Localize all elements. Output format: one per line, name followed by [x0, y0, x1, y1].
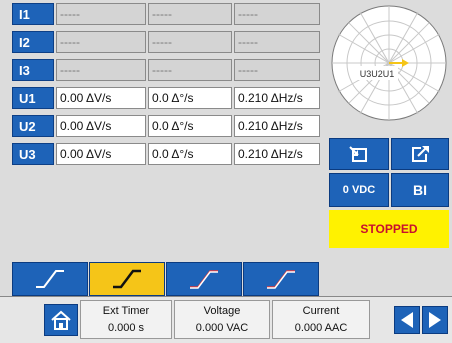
table-cell[interactable]: ----- — [56, 3, 146, 25]
ramp-up-icon — [36, 270, 64, 288]
home-icon — [51, 310, 71, 330]
ramp-tab-4[interactable] — [243, 262, 319, 296]
table-row: I2 ----- ----- ----- — [12, 31, 320, 53]
table-cell[interactable]: 0.210 ΔHz/s — [234, 143, 320, 165]
voltage-label: Voltage — [203, 305, 241, 318]
status-indicator: STOPPED — [329, 210, 449, 248]
channel-label[interactable]: I1 — [12, 3, 54, 25]
table-row: I1 ----- ----- ----- — [12, 3, 320, 25]
table-cell[interactable]: ----- — [234, 3, 320, 25]
channel-label[interactable]: I2 — [12, 31, 54, 53]
table-row: I3 ----- ----- ----- — [12, 59, 320, 81]
home-button[interactable] — [44, 304, 78, 336]
arrow-left-icon — [401, 312, 413, 328]
table-cell[interactable]: ----- — [234, 31, 320, 53]
import-button[interactable] — [329, 138, 389, 170]
current-label: Current — [302, 305, 340, 318]
voltage-value: 0.000 VAC — [195, 321, 249, 334]
arrow-right-icon — [429, 312, 441, 328]
ramp-up-pulse-icon — [267, 270, 295, 289]
table-cell[interactable]: ----- — [56, 31, 146, 53]
export-button[interactable] — [391, 138, 449, 170]
export-icon — [412, 146, 429, 162]
table-cell[interactable]: ----- — [148, 31, 232, 53]
table-cell[interactable]: ----- — [148, 3, 232, 25]
table-cell[interactable]: ----- — [148, 59, 232, 81]
table-cell[interactable]: 0.210 ΔHz/s — [234, 115, 320, 137]
channel-label[interactable]: U3 — [12, 143, 54, 165]
ext-timer-label: Ext Timer — [102, 305, 150, 318]
ramp-tab-1[interactable] — [12, 262, 88, 296]
table-cell[interactable]: 0.0 Δ°/s — [148, 87, 232, 109]
table-cell[interactable]: 0.00 ΔV/s — [56, 87, 146, 109]
table-cell[interactable]: ----- — [56, 59, 146, 81]
binary-input-button[interactable]: BI — [391, 173, 449, 207]
ext-timer-meter: Ext Timer 0.000 s — [80, 300, 172, 339]
vector-diagram[interactable]: U3U2U1 — [330, 4, 448, 122]
table-row: U2 0.00 ΔV/s 0.0 Δ°/s 0.210 ΔHz/s — [12, 115, 320, 137]
next-button[interactable] — [422, 306, 448, 334]
table-cell[interactable]: 0.210 ΔHz/s — [234, 87, 320, 109]
dc-voltage-button[interactable]: 0 VDC — [329, 173, 389, 207]
table-row: U1 0.00 ΔV/s 0.0 Δ°/s 0.210 ΔHz/s — [12, 87, 320, 109]
vector-label: U3U2U1 — [360, 69, 395, 79]
table-row: U3 0.00 ΔV/s 0.0 Δ°/s 0.210 ΔHz/s — [12, 143, 320, 165]
ramp-step-icon — [113, 269, 141, 289]
channel-label[interactable]: U2 — [12, 115, 54, 137]
ramp-tab-2[interactable] — [89, 262, 165, 296]
previous-button[interactable] — [394, 306, 420, 334]
ramp-tab-3[interactable] — [166, 262, 242, 296]
table-cell[interactable]: 0.0 Δ°/s — [148, 143, 232, 165]
current-meter: Current 0.000 AAC — [272, 300, 370, 339]
channel-label[interactable]: U1 — [12, 87, 54, 109]
table-cell[interactable]: 0.00 ΔV/s — [56, 143, 146, 165]
table-cell[interactable]: ----- — [234, 59, 320, 81]
table-cell[interactable]: 0.00 ΔV/s — [56, 115, 146, 137]
table-cell[interactable]: 0.0 Δ°/s — [148, 115, 232, 137]
current-value: 0.000 AAC — [294, 321, 348, 334]
voltage-meter: Voltage 0.000 VAC — [174, 300, 270, 339]
ext-timer-value: 0.000 s — [107, 321, 145, 334]
ramp-up-red-icon — [190, 270, 218, 289]
channel-label[interactable]: I3 — [12, 59, 54, 81]
import-icon — [349, 146, 367, 162]
